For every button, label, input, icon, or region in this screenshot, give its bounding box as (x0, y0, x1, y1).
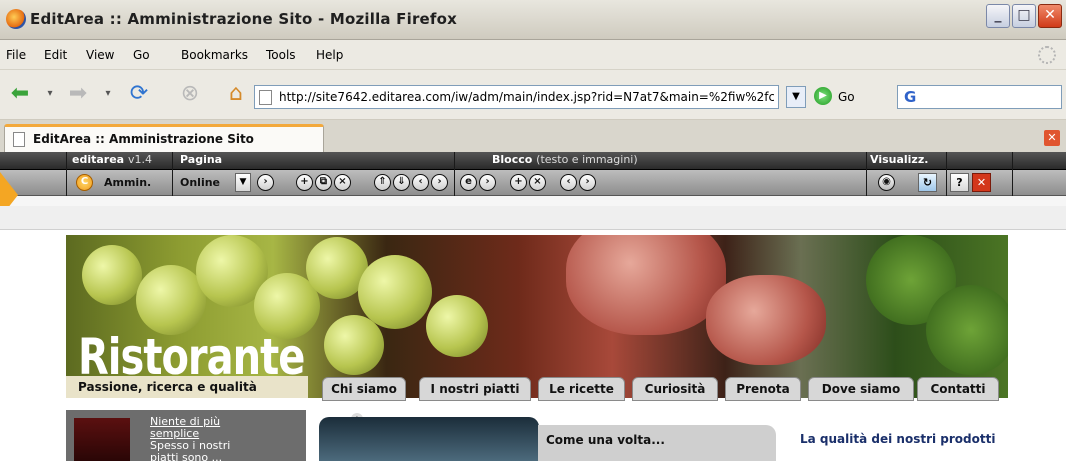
herb-decoration (926, 285, 1008, 375)
block-next-icon[interactable]: › (479, 174, 496, 191)
editarea-close-icon[interactable]: ✕ (972, 173, 991, 192)
tab-editarea[interactable]: EditArea :: Amministrazione Sito (4, 124, 324, 152)
forward-icon[interactable]: ➡ (64, 80, 92, 108)
feature-title[interactable]: Come una volta... (546, 433, 665, 447)
nav-contatti[interactable]: Contatti (917, 377, 999, 401)
minimize-button[interactable]: _ (986, 4, 1010, 28)
nav-curiosita[interactable]: Curiosità (632, 377, 718, 401)
forward-dropdown-icon[interactable]: ▾ (94, 80, 122, 108)
google-search-logo: G (904, 88, 917, 106)
block-prev-icon[interactable]: ‹ (560, 174, 577, 191)
page-move-left-icon[interactable]: ‹ (412, 174, 429, 191)
menu-file[interactable]: File (6, 48, 26, 62)
activity-throbber-icon (1038, 46, 1056, 64)
editarea-logo-icon[interactable]: C (76, 174, 93, 191)
online-dropdown-icon[interactable]: ▼ (235, 173, 251, 192)
menu-bar: File Edit View Go Bookmarks Tools Help (0, 40, 1066, 70)
close-tab-button[interactable]: ✕ (1044, 130, 1060, 146)
quality-title[interactable]: La qualità dei nostri prodotti (800, 432, 1000, 446)
group-pagina-label: Pagina (180, 153, 223, 166)
stop-icon[interactable]: ⊗ (176, 80, 204, 108)
home-icon[interactable]: ⌂ (222, 80, 250, 108)
site-tagline: Passione, ricerca e qualità (66, 376, 308, 398)
menu-bookmarks[interactable]: Bookmarks (181, 48, 248, 62)
tab-bar: EditArea :: Amministrazione Sito ✕ (0, 120, 1066, 152)
feature-image (319, 417, 539, 461)
page-move-up-icon[interactable]: ⇑ (374, 174, 391, 191)
firefox-icon (6, 9, 26, 29)
editarea-status-strip (0, 206, 1066, 230)
navigation-toolbar: ⬅ ▾ ➡ ▾ ⟳ ⊗ ⌂ http://site7642.editarea.c… (0, 70, 1066, 120)
page-copy-icon[interactable]: ⧉ (315, 174, 332, 191)
block-forward-icon[interactable]: › (579, 174, 596, 191)
page-next-icon[interactable]: › (257, 174, 274, 191)
block-edit-icon[interactable]: e (460, 174, 477, 191)
group-separator (1012, 152, 1013, 196)
nav-i-nostri-piatti[interactable]: I nostri piatti (419, 377, 531, 401)
page-add-icon[interactable]: + (296, 174, 313, 191)
search-box[interactable]: G (897, 85, 1062, 109)
ham-decoration (566, 235, 726, 335)
menu-help[interactable]: Help (316, 48, 343, 62)
online-status-select[interactable]: Online (180, 173, 220, 193)
group-separator (866, 152, 867, 196)
group-separator (946, 152, 947, 196)
tab-title: EditArea :: Amministrazione Sito (33, 132, 254, 146)
editarea-toolbar: editarea v1.4 Pagina Blocco (testo e imm… (0, 152, 1066, 206)
group-separator (66, 152, 67, 196)
window-title-bar[interactable]: EditArea :: Amministrazione Sito - Mozil… (0, 0, 1066, 40)
grape-decoration (426, 295, 488, 357)
maximize-button[interactable]: □ (1012, 4, 1036, 28)
go-button[interactable]: Go (838, 90, 855, 104)
group-blocco-label: Blocco (testo e immagini) (492, 153, 638, 166)
address-bar[interactable]: http://site7642.editarea.com/iw/adm/main… (254, 85, 779, 109)
reload-icon[interactable]: ⟳ (125, 80, 153, 108)
grape-decoration (358, 255, 432, 329)
header-banner-image: Ristorante (66, 235, 1008, 398)
page-move-down-icon[interactable]: ⇓ (393, 174, 410, 191)
help-icon[interactable]: ? (950, 173, 969, 192)
menu-view[interactable]: View (86, 48, 114, 62)
website-content: Ristorante Passione, ricerca e qualità C… (0, 231, 1066, 464)
editarea-buttons-row: C Ammin. Online ▼ › + ⧉ × ⇑ ⇓ ‹ › e › + … (0, 170, 1066, 196)
menu-go[interactable]: Go (133, 48, 150, 62)
back-dropdown-icon[interactable]: ▾ (36, 80, 64, 108)
ham-decoration (706, 275, 826, 365)
news-excerpt-cont: piatti sono ... (150, 451, 223, 464)
editarea-brand: editarea v1.4 (72, 153, 152, 166)
group-visualizz-label: Visualizz. (870, 153, 929, 166)
page-move-right-icon[interactable]: › (431, 174, 448, 191)
window-title: EditArea :: Amministrazione Sito - Mozil… (30, 10, 458, 28)
news-box: Niente di più semplice Spesso i nostri p… (66, 410, 363, 464)
block-add-icon[interactable]: + (510, 174, 527, 191)
news-thumbnail (74, 418, 130, 461)
page-delete-icon[interactable]: × (334, 174, 351, 191)
preview-eye-icon[interactable]: ◉ (878, 174, 895, 191)
refresh-view-icon[interactable]: ↻ (918, 173, 937, 192)
url-history-dropdown[interactable]: ▼ (786, 86, 806, 108)
admin-button[interactable]: Ammin. (104, 173, 151, 193)
group-separator (454, 152, 455, 196)
page-icon (259, 90, 272, 105)
nav-chi-siamo[interactable]: Chi siamo (322, 377, 406, 401)
menu-edit[interactable]: Edit (44, 48, 67, 62)
go-icon[interactable]: ▶ (814, 87, 832, 105)
menu-tools[interactable]: Tools (266, 48, 296, 62)
back-icon[interactable]: ⬅ (6, 80, 34, 108)
editarea-group-header: editarea v1.4 Pagina Blocco (testo e imm… (0, 152, 1066, 170)
nav-dove-siamo[interactable]: Dove siamo (808, 377, 914, 401)
nav-prenota[interactable]: Prenota (725, 377, 801, 401)
block-delete-icon[interactable]: × (529, 174, 546, 191)
close-window-button[interactable]: ✕ (1038, 4, 1062, 28)
grape-decoration (324, 315, 384, 375)
tab-page-icon (13, 132, 25, 147)
address-input[interactable]: http://site7642.editarea.com/iw/adm/main… (279, 90, 774, 104)
group-separator (172, 152, 173, 196)
nav-le-ricette[interactable]: Le ricette (538, 377, 625, 401)
grape-decoration (82, 245, 142, 305)
